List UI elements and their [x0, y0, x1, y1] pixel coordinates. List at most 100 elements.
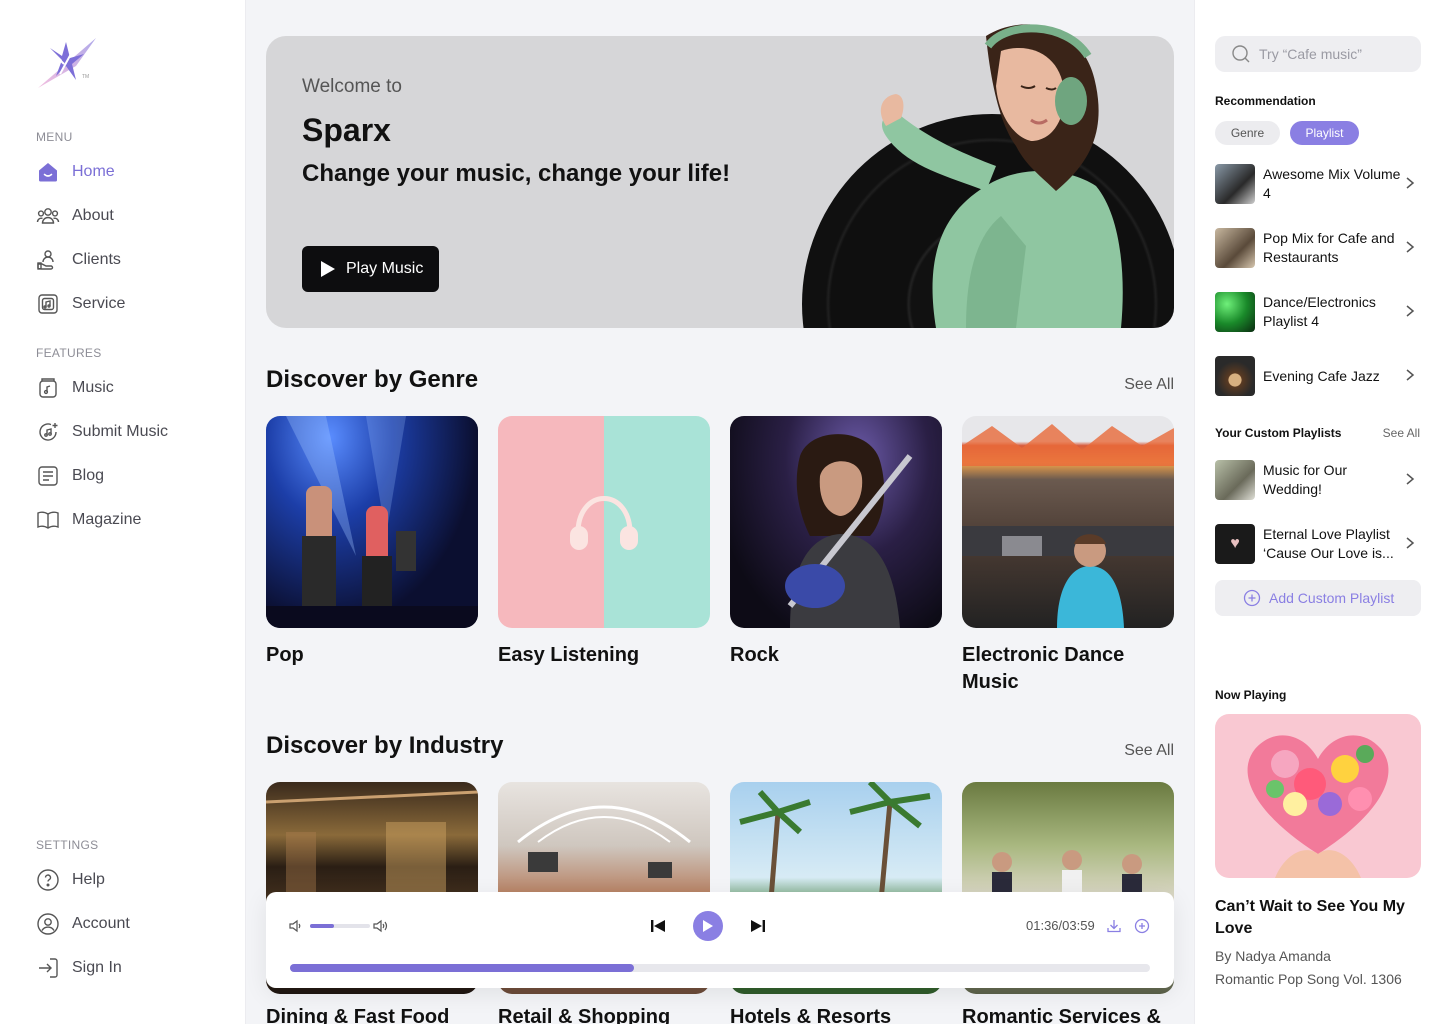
add-custom-playlist-button[interactable]: Add Custom Playlist — [1215, 580, 1421, 616]
genre-card-pop[interactable]: Pop — [266, 416, 478, 669]
custom-playlist-item[interactable]: ♥ Eternal Love Playlist ‘Cause Our Love … — [1215, 524, 1421, 564]
previous-track-icon[interactable] — [650, 918, 666, 934]
pop-concert-image — [266, 416, 478, 628]
service-icon — [36, 292, 60, 316]
nav-submit-music[interactable]: Submit Music — [36, 418, 168, 446]
people-icon — [36, 204, 60, 228]
chevron-right-icon — [1406, 241, 1415, 253]
genre-see-all-link[interactable]: See All — [1124, 376, 1174, 394]
sign-in-icon — [36, 956, 60, 980]
nav-about[interactable]: About — [36, 202, 114, 230]
add-to-playlist-icon[interactable] — [1134, 918, 1150, 934]
nav-help[interactable]: Help — [36, 866, 105, 894]
settings-section-label: SETTINGS — [36, 838, 99, 852]
download-icon[interactable] — [1106, 918, 1122, 934]
nav-submit-music-label: Submit Music — [72, 423, 169, 440]
chevron-right-icon — [1406, 537, 1415, 549]
genre-label-edm: Electronic Dance Music — [962, 644, 1125, 693]
nav-music[interactable]: Music — [36, 374, 114, 402]
recommendation-item[interactable]: Dance/Electronics Playlist 4 — [1215, 292, 1421, 332]
now-playing-cover-image — [1215, 714, 1421, 878]
recommendation-item[interactable]: Evening Cafe Jazz — [1215, 356, 1421, 396]
hero-brand-title: Sparx — [302, 112, 391, 148]
recommendation-title: Evening Cafe Jazz — [1263, 367, 1380, 384]
custom-playlist-item[interactable]: Music for Our Wedding! — [1215, 460, 1421, 500]
nav-clients[interactable]: Clients — [36, 246, 121, 274]
music-icon — [36, 376, 60, 400]
volume-slider-fill — [310, 924, 334, 928]
play-icon — [703, 920, 713, 932]
nav-home-label: Home — [72, 163, 115, 180]
playlist-thumbnail — [1215, 356, 1255, 396]
playlist-thumbnail — [1215, 460, 1255, 500]
chevron-right-icon — [1406, 177, 1415, 189]
industry-label-retail: Retail & Shopping — [498, 1006, 671, 1024]
now-playing-artist: By Nadya Amanda — [1215, 948, 1331, 964]
main-content: Welcome to Sparx Change your music, chan… — [246, 0, 1194, 1024]
industry-label-romantic: Romantic Services & — [962, 1006, 1161, 1024]
add-custom-playlist-label: Add Custom Playlist — [1269, 590, 1395, 606]
volume-low-icon[interactable] — [288, 918, 304, 934]
book-icon — [36, 508, 60, 532]
plus-circle-icon — [1243, 589, 1261, 607]
recommendation-item[interactable]: Pop Mix for Cafe and Restaurants — [1215, 228, 1421, 268]
nav-service[interactable]: Service — [36, 290, 125, 318]
volume-high-icon[interactable] — [372, 918, 390, 934]
right-panel: Recommendation Genre Playlist Awesome Mi… — [1194, 0, 1440, 1024]
nav-sign-in-label: Sign In — [72, 959, 122, 976]
custom-playlist-title: Eternal Love Playlist ‘Cause Our Love is… — [1263, 526, 1394, 561]
industry-label-dining: Dining & Fast Food — [266, 1006, 450, 1024]
player-play-button[interactable] — [693, 911, 723, 941]
custom-playlists-see-all[interactable]: See All — [1383, 426, 1420, 440]
industry-see-all-link[interactable]: See All — [1124, 742, 1174, 760]
recommendation-item[interactable]: Awesome Mix Volume 4 — [1215, 164, 1421, 204]
search-input[interactable] — [1259, 46, 1409, 62]
now-playing-title: Can’t Wait to See You My Love — [1215, 898, 1405, 937]
playback-progress-bar[interactable] — [290, 964, 1150, 972]
playlist-thumbnail — [1215, 164, 1255, 204]
industry-label-hotels: Hotels & Resorts — [730, 1006, 892, 1024]
chevron-right-icon — [1406, 305, 1415, 317]
genre-card-easy-listening[interactable]: Easy Listening — [498, 416, 710, 669]
hero-tagline: Change your music, change your life! — [302, 160, 731, 187]
nav-service-label: Service — [72, 295, 126, 312]
chip-genre[interactable]: Genre — [1215, 121, 1280, 145]
submit-music-icon — [36, 420, 60, 444]
nav-sign-in[interactable]: Sign In — [36, 954, 122, 982]
home-icon — [36, 160, 60, 184]
svg-text:TM: TM — [82, 74, 89, 80]
genre-label-pop: Pop — [266, 644, 304, 666]
track-time: 01:36/03:59 — [1026, 918, 1095, 933]
woman-headphones-image — [880, 24, 1123, 328]
genre-section-title: Discover by Genre — [266, 366, 479, 393]
genre-label-rock: Rock — [730, 644, 779, 666]
sparx-logo[interactable]: TM — [36, 36, 100, 92]
recommendation-label: Recommendation — [1215, 94, 1316, 108]
recommendation-title: Pop Mix for Cafe and Restaurants — [1263, 230, 1395, 265]
chip-playlist[interactable]: Playlist — [1290, 121, 1359, 145]
blog-icon — [36, 464, 60, 488]
nav-magazine-label: Magazine — [72, 511, 142, 528]
industry-section-title: Discover by Industry — [266, 732, 504, 759]
nav-account-label: Account — [72, 915, 130, 932]
features-section-label: FEATURES — [36, 346, 102, 360]
recommendation-title: Dance/Electronics Playlist 4 — [1263, 294, 1376, 329]
search-box[interactable] — [1215, 36, 1421, 72]
nav-magazine[interactable]: Magazine — [36, 506, 141, 534]
playlist-thumbnail — [1215, 292, 1255, 332]
recommendation-title: Awesome Mix Volume 4 — [1263, 166, 1401, 201]
playback-progress-fill — [290, 964, 634, 972]
volume-slider[interactable] — [310, 924, 370, 928]
next-track-icon[interactable] — [750, 918, 766, 934]
now-playing-label: Now Playing — [1215, 688, 1287, 702]
nav-account[interactable]: Account — [36, 910, 130, 938]
nav-home[interactable]: Home — [36, 158, 115, 186]
headphones-pastel-image — [498, 416, 710, 628]
now-playing-album: Romantic Pop Song Vol. 1306 — [1215, 971, 1402, 987]
genre-label-easy-listening: Easy Listening — [498, 644, 640, 666]
genre-card-edm[interactable]: Electronic Dance Music — [962, 416, 1174, 696]
genre-card-rock[interactable]: Rock — [730, 416, 942, 669]
nav-clients-label: Clients — [72, 251, 121, 268]
nav-blog[interactable]: Blog — [36, 462, 104, 490]
play-music-button[interactable]: Play Music — [302, 246, 439, 292]
